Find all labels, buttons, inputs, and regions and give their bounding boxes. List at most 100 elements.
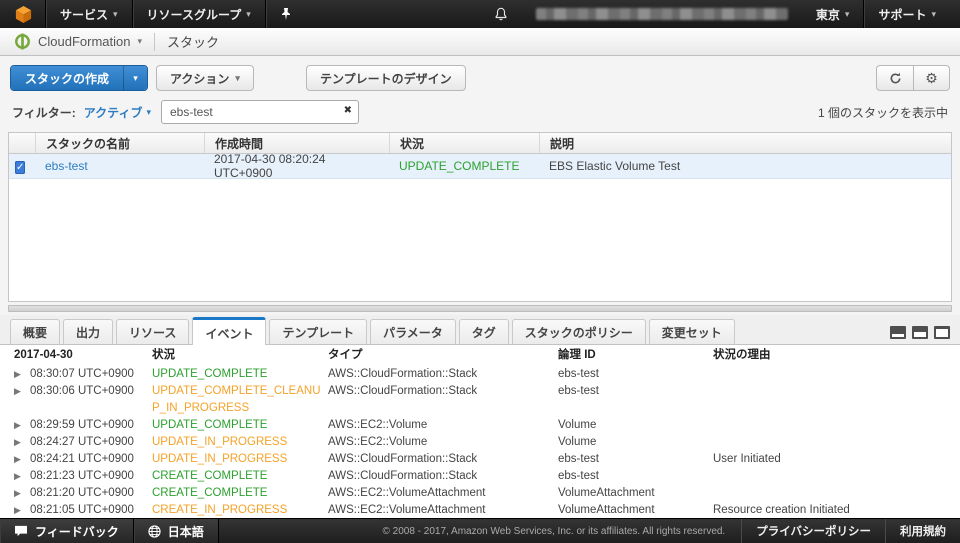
actions-button[interactable]: アクション ▾	[156, 65, 254, 91]
expand-row-icon[interactable]: ▶	[14, 502, 30, 519]
speech-bubble-icon	[15, 525, 27, 537]
event-status: CREATE_COMPLETE	[152, 487, 268, 499]
event-logical-id: Volume	[558, 436, 597, 448]
event-status: UPDATE_IN_PROGRESS	[152, 436, 288, 448]
event-row: ▶ 08:24:27 UTC+0900 UPDATE_IN_PROGRESS A…	[0, 434, 960, 451]
tab-events[interactable]: イベント	[192, 317, 267, 345]
notifications-bell-button[interactable]	[480, 0, 522, 28]
panel-minimize-icon[interactable]	[890, 326, 906, 339]
event-time: 08:24:21 UTC+0900	[30, 453, 134, 465]
stacks-table: スタックの名前 作成時間 状況 説明 ✓ ebs-test 2017-04-30…	[8, 132, 952, 302]
expand-row-icon[interactable]: ▶	[14, 417, 30, 434]
expand-row-icon[interactable]: ▶	[14, 451, 30, 468]
top-navbar: サービス ▾ リソースグループ ▾ 東京 ▾ サポート ▾	[0, 0, 960, 28]
stack-search-input[interactable]	[160, 100, 359, 124]
event-logical-id: ebs-test	[558, 453, 599, 465]
chevron-down-icon: ▾	[246, 8, 251, 19]
clear-search-icon[interactable]: ✖	[344, 105, 352, 116]
tab-change-sets[interactable]: 変更セット	[648, 319, 735, 344]
events-table-header: 2017-04-30 状況 タイプ 論理 ID 状況の理由	[0, 345, 960, 366]
create-stack-dropdown-button[interactable]: ▾	[123, 66, 148, 90]
actions-label: アクション	[170, 71, 230, 86]
header-created-time[interactable]: 作成時間	[204, 133, 389, 153]
panel-split-icon[interactable]	[912, 326, 928, 339]
footer-bar: フィードバック 日本語 © 2008 - 2017, Amazon Web Se…	[0, 518, 960, 543]
breadcrumb-divider	[154, 32, 156, 51]
gear-icon: ⚙	[925, 69, 938, 86]
nav-services-menu[interactable]: サービス ▾	[46, 0, 132, 28]
event-row: ▶ 08:30:06 UTC+0900 UPDATE_COMPLETE_CLEA…	[0, 383, 960, 417]
event-status: UPDATE_COMPLETE	[152, 419, 268, 431]
panel-maximize-icon[interactable]	[934, 326, 950, 339]
stack-name-link[interactable]: ebs-test	[45, 159, 88, 173]
event-type: AWS::EC2::VolumeAttachment	[328, 504, 486, 516]
tab-parameters[interactable]: パラメータ	[370, 319, 456, 344]
stack-table-row[interactable]: ✓ ebs-test 2017-04-30 08:20:24 UTC+0900 …	[9, 152, 951, 180]
refresh-button[interactable]	[876, 65, 913, 91]
status-filter-dropdown[interactable]: アクティブ ▾	[84, 104, 151, 121]
terms-link[interactable]: 利用規約	[885, 519, 960, 543]
top-navbar-right: 東京 ▾ サポート ▾	[480, 0, 950, 28]
cloudformation-service-menu[interactable]: CloudFormation ▾	[14, 33, 154, 50]
event-time: 08:21:05 UTC+0900	[30, 504, 134, 516]
region-menu[interactable]: 東京 ▾	[802, 0, 864, 28]
refresh-icon	[890, 72, 900, 83]
design-template-button[interactable]: テンプレートのデザイン	[305, 65, 466, 91]
settings-button[interactable]: ⚙	[913, 65, 950, 91]
aws-logo[interactable]	[14, 0, 45, 28]
privacy-policy-link[interactable]: プライバシーポリシー	[741, 519, 885, 543]
pane-size-controls	[890, 326, 950, 339]
support-menu[interactable]: サポート ▾	[864, 0, 950, 28]
tab-stack-policy[interactable]: スタックのポリシー	[511, 319, 646, 344]
event-status-reason: Resource creation Initiated	[713, 504, 850, 516]
language-button[interactable]: 日本語	[133, 519, 219, 543]
event-type: AWS::EC2::Volume	[328, 436, 428, 448]
event-type: AWS::CloudFormation::Stack	[328, 453, 478, 465]
header-event-status: 状況	[152, 349, 175, 361]
event-status: UPDATE_COMPLETE	[152, 368, 268, 380]
account-menu[interactable]	[522, 0, 802, 28]
event-logical-id: VolumeAttachment	[558, 487, 655, 499]
pin-shortcut-button[interactable]	[266, 0, 306, 28]
tab-tags[interactable]: タグ	[458, 319, 509, 344]
header-description[interactable]: 説明	[539, 133, 951, 153]
chevron-down-icon: ▾	[113, 8, 118, 19]
region-label: 東京	[815, 7, 840, 22]
language-label: 日本語	[167, 524, 204, 539]
event-time: 08:21:20 UTC+0900	[30, 487, 134, 499]
event-status: CREATE_IN_PROGRESS	[152, 504, 288, 516]
expand-row-icon[interactable]: ▶	[14, 468, 30, 485]
nav-resource-groups-menu[interactable]: リソースグループ ▾	[133, 0, 265, 28]
header-stack-name[interactable]: スタックの名前	[35, 133, 204, 153]
event-logical-id: ebs-test	[558, 470, 599, 482]
event-row: ▶ 08:29:59 UTC+0900 UPDATE_COMPLETE AWS:…	[0, 417, 960, 434]
event-row: ▶ 08:30:07 UTC+0900 UPDATE_COMPLETE AWS:…	[0, 366, 960, 383]
expand-row-icon[interactable]: ▶	[14, 383, 30, 400]
filter-row: フィルター: アクティブ ▾ ✖ 1 個のスタックを表示中	[0, 96, 960, 132]
tab-template[interactable]: テンプレート	[269, 319, 368, 344]
event-type: AWS::EC2::VolumeAttachment	[328, 487, 486, 499]
tab-overview[interactable]: 概要	[10, 319, 61, 344]
pane-splitter-handle[interactable]	[8, 305, 952, 312]
event-type: AWS::EC2::Volume	[328, 419, 428, 431]
expand-row-icon[interactable]: ▶	[14, 434, 30, 451]
breadcrumb: スタック	[167, 35, 220, 50]
top-navbar-left: サービス ▾ リソースグループ ▾	[14, 0, 306, 28]
event-time: 08:29:59 UTC+0900	[30, 419, 134, 431]
stack-count-text: 1 個のスタックを表示中	[817, 105, 948, 120]
expand-row-icon[interactable]: ▶	[14, 485, 30, 502]
stack-description: EBS Elastic Volume Test	[549, 159, 681, 173]
event-status-reason: User Initiated	[713, 453, 781, 465]
tab-outputs[interactable]: 出力	[63, 319, 114, 344]
header-status[interactable]: 状況	[389, 133, 539, 153]
cloudformation-icon	[15, 33, 30, 50]
events-table: 2017-04-30 状況 タイプ 論理 ID 状況の理由 ▶ 08:30:07…	[0, 345, 960, 519]
create-stack-button[interactable]: スタックの作成	[11, 66, 124, 90]
tab-resources[interactable]: リソース	[116, 319, 190, 344]
support-label: サポート	[878, 7, 927, 22]
row-checkbox[interactable]: ✓	[15, 161, 26, 174]
expand-row-icon[interactable]: ▶	[14, 366, 30, 383]
design-template-label: テンプレートのデザイン	[319, 71, 452, 86]
stacks-table-header: スタックの名前 作成時間 状況 説明	[9, 133, 951, 154]
feedback-button[interactable]: フィードバック	[0, 519, 134, 543]
